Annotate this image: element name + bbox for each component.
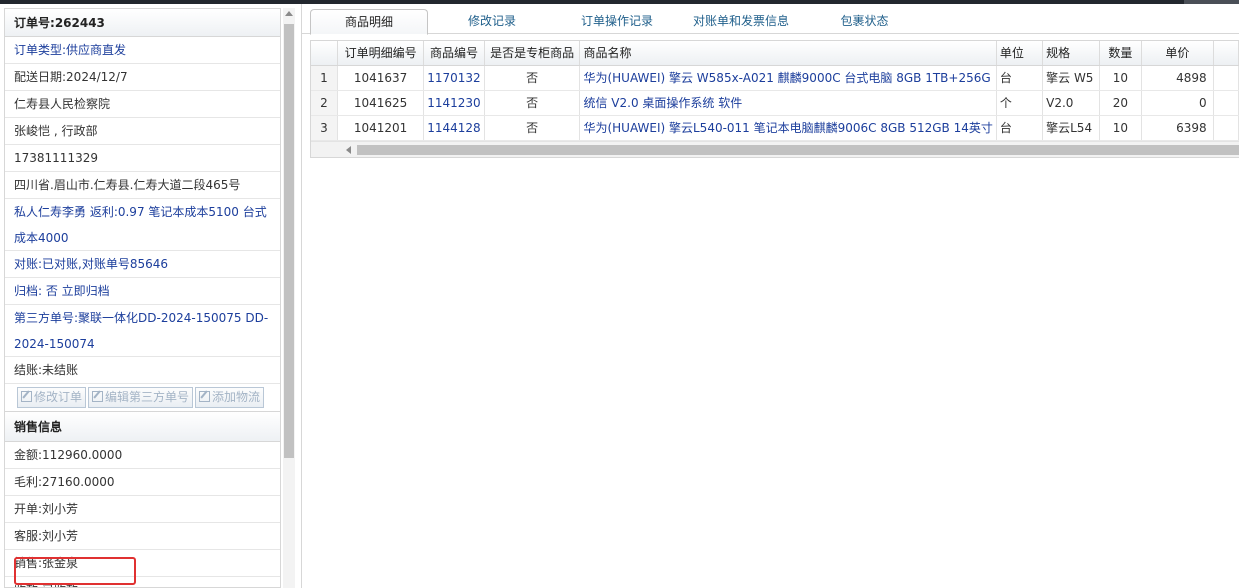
- archive-status[interactable]: 归档: 否 立即归档: [5, 278, 280, 305]
- col-header-product-id[interactable]: 商品编号: [423, 41, 485, 66]
- add-logistics-button[interactable]: 添加物流: [195, 387, 265, 408]
- order-info-panel: 订单号:262443 订单类型:供应商直发 配送日期:2024/12/7 仁寿县…: [0, 4, 297, 588]
- reconcile-status: 对账:已对账,对账单号85646: [5, 251, 280, 278]
- sales-amount: 金额:112960.0000: [5, 442, 280, 469]
- detail-id-cell: 1041201: [337, 115, 425, 141]
- counter-item-cell: 否: [484, 65, 581, 91]
- left-scrollbar[interactable]: [283, 8, 295, 588]
- contact-person: 张峻恺 , 行政部: [5, 118, 280, 145]
- gross-profit: 毛利:27160.0000: [5, 469, 280, 496]
- spec-cell: 擎云L54: [1042, 115, 1100, 141]
- add-logistics-label: 添加物流: [212, 390, 261, 404]
- unit-price-cell: 4898: [1141, 65, 1214, 91]
- col-header-quantity[interactable]: 数量: [1099, 41, 1143, 66]
- filler-cell: [1213, 90, 1239, 116]
- unit-cell: 个: [996, 90, 1044, 116]
- payment-status: 收款:已收款: [5, 577, 280, 587]
- tab-statement-invoice[interactable]: 对账单和发票信息: [682, 9, 800, 35]
- unit-price-cell: 0: [1141, 90, 1214, 116]
- product-name-link[interactable]: 华为(HUAWEI) 擎云 W585x-A021 麒麟9000C 台式电脑 8G…: [579, 65, 997, 91]
- tab-product-details[interactable]: 商品明细: [310, 9, 428, 35]
- edit-icon: [21, 391, 32, 402]
- col-header-filler: [1213, 41, 1239, 66]
- col-header-product-name[interactable]: 商品名称: [579, 41, 997, 66]
- detail-id-cell: 1041637: [337, 65, 425, 91]
- horizontal-scrollbar-thumb[interactable]: [357, 145, 1239, 155]
- filler-cell: [1213, 115, 1239, 141]
- counter-item-cell: 否: [484, 90, 581, 116]
- quantity-cell: 10: [1099, 115, 1143, 141]
- quantity-cell: 10: [1099, 65, 1143, 91]
- product-id-link[interactable]: 1144128: [423, 115, 485, 141]
- col-header-detail-id[interactable]: 订单明细编号: [337, 41, 425, 66]
- horizontal-scrollbar[interactable]: [311, 141, 1239, 157]
- tab-order-operation-log[interactable]: 订单操作记录: [557, 9, 677, 35]
- col-header-spec[interactable]: 规格: [1042, 41, 1100, 66]
- detail-panel: 商品明细 修改记录 订单操作记录 对账单和发票信息 包裹状态 订单明细编号 商品…: [301, 4, 1239, 588]
- unit-cell: 台: [996, 65, 1044, 91]
- col-header-unit-price[interactable]: 单价: [1141, 41, 1214, 66]
- detail-id-cell: 1041625: [337, 90, 425, 116]
- edit-third-party-label: 编辑第三方单号: [105, 390, 190, 404]
- customer-name: 仁寿县人民检察院: [5, 91, 280, 118]
- spec-cell: V2.0: [1042, 90, 1100, 116]
- filler-cell: [1213, 65, 1239, 91]
- table-row[interactable]: 3 1041201 1144128 否 华为(HUAWEI) 擎云L540-01…: [311, 115, 1239, 141]
- salesperson: 销售:张金泉: [5, 550, 280, 577]
- row-number: 2: [311, 90, 338, 116]
- left-scrollbar-thumb[interactable]: [284, 24, 294, 458]
- edit-order-button[interactable]: 修改订单: [17, 387, 87, 408]
- tab-bar: 商品明细 修改记录 订单操作记录 对账单和发票信息 包裹状态: [302, 4, 1239, 35]
- row-number: 1: [311, 65, 338, 91]
- third-party-order-number: 第三方单号:聚联一体化DD-2024-150075 DD-2024-150074: [5, 305, 280, 357]
- table-header-row: 订单明细编号 商品编号 是否是专柜商品 商品名称 单位 规格 数量 单价: [311, 41, 1239, 66]
- order-number-header: 订单号:262443: [5, 9, 280, 37]
- order-info-content: 订单号:262443 订单类型:供应商直发 配送日期:2024/12/7 仁寿县…: [4, 8, 281, 588]
- edit-third-party-number-button[interactable]: 编辑第三方单号: [88, 387, 194, 408]
- tab-package-status[interactable]: 包裹状态: [807, 9, 922, 35]
- order-number: 262443: [54, 16, 105, 30]
- edit-icon: [199, 391, 211, 402]
- edit-icon: [92, 391, 104, 402]
- row-number: 3: [311, 115, 338, 141]
- order-type: 订单类型:供应商直发: [5, 37, 280, 64]
- product-table: 订单明细编号 商品编号 是否是专柜商品 商品名称 单位 规格 数量 单价 1 1…: [311, 41, 1239, 141]
- product-grid: 订单明细编号 商品编号 是否是专柜商品 商品名称 单位 规格 数量 单价 1 1…: [310, 40, 1239, 158]
- settle-status: 结账:未结账: [5, 357, 280, 384]
- col-header-counter-item[interactable]: 是否是专柜商品: [484, 41, 581, 66]
- product-id-link[interactable]: 1170132: [423, 65, 485, 91]
- order-creator: 开单:刘小芳: [5, 496, 280, 523]
- tab-modification-log[interactable]: 修改记录: [432, 9, 552, 35]
- order-note: 私人仁寿李勇 返利:0.97 笔记本成本5100 台式成本4000: [5, 199, 280, 251]
- col-header-rownum: [311, 41, 338, 66]
- col-header-unit[interactable]: 单位: [996, 41, 1044, 66]
- contact-phone: 17381111329: [5, 145, 280, 172]
- spec-cell: 擎云 W5: [1042, 65, 1100, 91]
- product-id-link[interactable]: 1141230: [423, 90, 485, 116]
- table-row[interactable]: 2 1041625 1141230 否 统信 V2.0 桌面操作系统 软件 个 …: [311, 90, 1239, 116]
- counter-item-cell: 否: [484, 115, 581, 141]
- order-action-buttons: 修改订单 编辑第三方单号 添加物流: [5, 384, 280, 412]
- edit-order-label: 修改订单: [34, 390, 83, 404]
- unit-price-cell: 6398: [1141, 115, 1214, 141]
- scroll-left-arrow-icon[interactable]: [346, 146, 351, 154]
- delivery-date: 配送日期:2024/12/7: [5, 64, 280, 91]
- unit-cell: 台: [996, 115, 1044, 141]
- quantity-cell: 20: [1099, 90, 1143, 116]
- product-name-link[interactable]: 统信 V2.0 桌面操作系统 软件: [579, 90, 997, 116]
- product-name-link[interactable]: 华为(HUAWEI) 擎云L540-011 笔记本电脑麒麟9006C 8GB 5…: [579, 115, 997, 141]
- table-row[interactable]: 1 1041637 1170132 否 华为(HUAWEI) 擎云 W585x-…: [311, 65, 1239, 91]
- sales-info-header: 销售信息: [5, 412, 280, 442]
- customer-service: 客服:刘小芳: [5, 523, 280, 550]
- scroll-up-arrow-icon[interactable]: [285, 11, 293, 16]
- delivery-address: 四川省.眉山市.仁寿县.仁寿大道二段465号: [5, 172, 280, 199]
- order-number-label: 订单号:: [14, 16, 55, 30]
